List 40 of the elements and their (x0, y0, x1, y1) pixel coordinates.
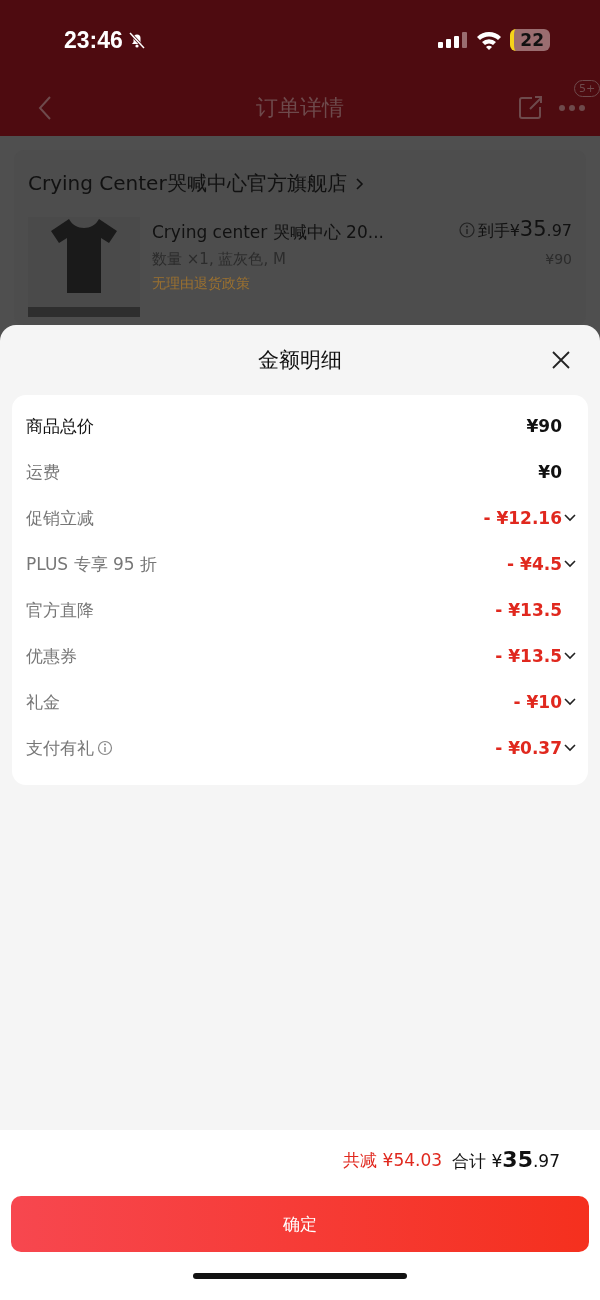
chevron-down-icon[interactable] (564, 698, 576, 706)
row-label: 礼金 (26, 690, 60, 714)
row-amount: - ¥4.5 (507, 554, 562, 574)
return-policy: 无理由退货政策 (152, 274, 251, 293)
row-amount: ¥90 (526, 416, 562, 436)
row-label: 官方直降 (26, 598, 94, 622)
status-time: 23:46 (64, 26, 123, 54)
row-label: 商品总价 (26, 414, 94, 438)
product-title: Crying center 哭喊中心 20... (152, 220, 384, 244)
row-label: 促销立减 (26, 506, 94, 530)
row-label: 优惠券 (26, 644, 77, 668)
chevron-down-icon[interactable] (564, 744, 576, 752)
info-icon (458, 221, 475, 238)
row-amount: - ¥0.37 (495, 738, 562, 758)
close-icon[interactable] (552, 351, 570, 369)
row-amount: - ¥10 (513, 692, 562, 712)
tshirt-icon (49, 217, 119, 295)
row-amount: - ¥13.5 (495, 646, 562, 666)
chevron-down-icon[interactable] (564, 560, 576, 568)
order-total: 合计 ¥35.97 (452, 1147, 560, 1173)
page-title: 订单详情 (256, 94, 344, 122)
signal-icon (438, 31, 469, 49)
chevron-right-icon (354, 176, 365, 191)
row-amount: ¥0 (538, 462, 562, 482)
confirm-button[interactable]: 确定 (11, 1196, 589, 1252)
row-label: PLUS 专享 95 折 (26, 552, 157, 576)
row-amount: - ¥13.5 (495, 600, 562, 620)
row-amount: - ¥12.16 (483, 508, 562, 528)
sheet-title: 金额明细 (258, 347, 342, 374)
row-label: 支付有礼 (26, 736, 94, 760)
wifi-icon (476, 30, 503, 50)
store-link[interactable]: Crying Center哭喊中心官方旗舰店 (28, 170, 572, 197)
battery-indicator: 22 (510, 29, 550, 51)
store-name: Crying Center哭喊中心官方旗舰店 (28, 170, 347, 197)
row-label: 运费 (26, 460, 60, 484)
more-icon (558, 104, 586, 112)
final-price: 到手¥35.97 (477, 217, 572, 242)
chevron-down-icon[interactable] (564, 652, 576, 660)
chevron-down-icon[interactable] (564, 514, 576, 522)
total-savings: 共减 ¥54.03 (343, 1148, 443, 1172)
